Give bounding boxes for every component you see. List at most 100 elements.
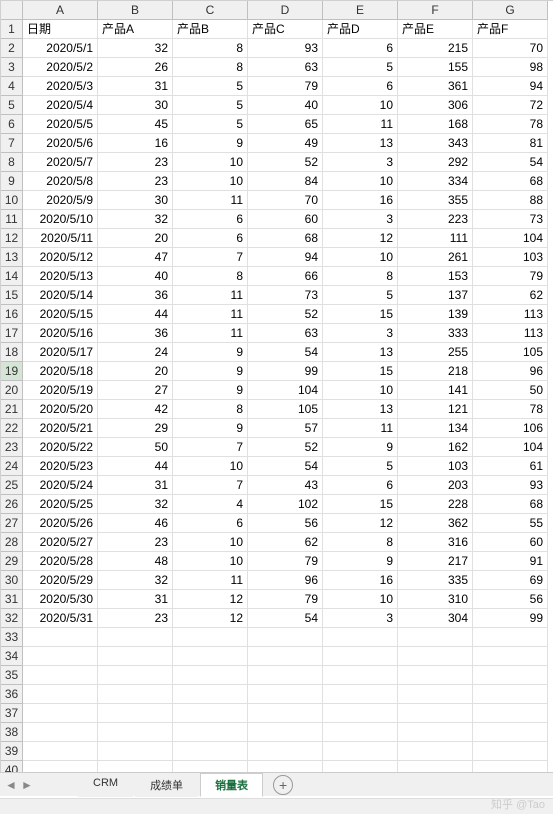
cell[interactable]: 2020/5/5 — [23, 115, 98, 134]
cell[interactable]: 11 — [173, 324, 248, 343]
cell[interactable] — [323, 666, 398, 685]
cell[interactable]: 2020/5/10 — [23, 210, 98, 229]
cell[interactable]: 2020/5/13 — [23, 267, 98, 286]
cell[interactable]: 15 — [323, 305, 398, 324]
cell[interactable]: 2020/5/7 — [23, 153, 98, 172]
cell[interactable]: 11 — [173, 571, 248, 590]
cell[interactable] — [173, 628, 248, 647]
cell[interactable]: 162 — [398, 438, 473, 457]
cell[interactable]: 10 — [173, 533, 248, 552]
cell[interactable]: 79 — [248, 590, 323, 609]
cell[interactable]: 31 — [98, 476, 173, 495]
row-header-2[interactable]: 2 — [1, 39, 23, 58]
cell[interactable]: 2020/5/9 — [23, 191, 98, 210]
cell[interactable]: 44 — [98, 305, 173, 324]
cell[interactable]: 10 — [173, 172, 248, 191]
cell[interactable]: 2020/5/2 — [23, 58, 98, 77]
row-header-25[interactable]: 25 — [1, 476, 23, 495]
cell[interactable]: 335 — [398, 571, 473, 590]
header-cell[interactable]: 产品E — [398, 20, 473, 39]
cell[interactable] — [23, 666, 98, 685]
cell[interactable]: 203 — [398, 476, 473, 495]
row-header-26[interactable]: 26 — [1, 495, 23, 514]
cell[interactable]: 15 — [323, 362, 398, 381]
cell[interactable]: 72 — [473, 96, 548, 115]
cell[interactable] — [323, 685, 398, 704]
row-header-37[interactable]: 37 — [1, 704, 23, 723]
cell[interactable]: 139 — [398, 305, 473, 324]
cell[interactable]: 31 — [98, 590, 173, 609]
cell[interactable]: 106 — [473, 419, 548, 438]
cell[interactable]: 94 — [473, 77, 548, 96]
row-header-27[interactable]: 27 — [1, 514, 23, 533]
row-header-9[interactable]: 9 — [1, 172, 23, 191]
cell[interactable]: 55 — [473, 514, 548, 533]
tab-nav-prev-icon[interactable]: ◄ — [4, 778, 18, 792]
cell[interactable]: 316 — [398, 533, 473, 552]
cell[interactable] — [23, 742, 98, 761]
cell[interactable]: 78 — [473, 400, 548, 419]
cell[interactable]: 8 — [173, 39, 248, 58]
row-header-10[interactable]: 10 — [1, 191, 23, 210]
cell[interactable]: 60 — [473, 533, 548, 552]
cell[interactable]: 27 — [98, 381, 173, 400]
column-header-E[interactable]: E — [323, 1, 398, 20]
cell[interactable]: 54 — [248, 609, 323, 628]
header-cell[interactable]: 产品A — [98, 20, 173, 39]
header-cell[interactable]: 产品F — [473, 20, 548, 39]
cell[interactable]: 6 — [173, 229, 248, 248]
row-header-28[interactable]: 28 — [1, 533, 23, 552]
cell[interactable] — [323, 628, 398, 647]
row-header-7[interactable]: 7 — [1, 134, 23, 153]
cell[interactable]: 36 — [98, 286, 173, 305]
cell[interactable] — [173, 704, 248, 723]
cell[interactable]: 8 — [323, 267, 398, 286]
spreadsheet-grid[interactable]: ABCDEFG1日期产品A产品B产品C产品D产品E产品F22020/5/1328… — [0, 0, 553, 780]
cell[interactable]: 32 — [98, 210, 173, 229]
cell[interactable] — [398, 647, 473, 666]
cell[interactable]: 10 — [173, 552, 248, 571]
cell[interactable]: 70 — [473, 39, 548, 58]
tab-nav-next-icon[interactable]: ► — [20, 778, 34, 792]
cell[interactable]: 54 — [248, 457, 323, 476]
cell[interactable]: 2020/5/15 — [23, 305, 98, 324]
cell[interactable]: 93 — [473, 476, 548, 495]
cell[interactable]: 16 — [323, 191, 398, 210]
add-sheet-button[interactable]: + — [273, 775, 293, 795]
cell[interactable] — [473, 742, 548, 761]
cell[interactable]: 292 — [398, 153, 473, 172]
cell[interactable]: 10 — [323, 590, 398, 609]
column-header-B[interactable]: B — [98, 1, 173, 20]
cell[interactable] — [248, 647, 323, 666]
cell[interactable] — [173, 666, 248, 685]
cell[interactable]: 10 — [323, 248, 398, 267]
cell[interactable]: 215 — [398, 39, 473, 58]
cell[interactable]: 8 — [173, 400, 248, 419]
cell[interactable] — [473, 647, 548, 666]
cell[interactable]: 304 — [398, 609, 473, 628]
cell[interactable]: 54 — [248, 343, 323, 362]
cell[interactable]: 5 — [323, 457, 398, 476]
cell[interactable]: 2020/5/19 — [23, 381, 98, 400]
row-header-14[interactable]: 14 — [1, 267, 23, 286]
row-header-21[interactable]: 21 — [1, 400, 23, 419]
cell[interactable]: 44 — [98, 457, 173, 476]
cell[interactable]: 343 — [398, 134, 473, 153]
cell[interactable] — [23, 685, 98, 704]
cell[interactable]: 306 — [398, 96, 473, 115]
cell[interactable] — [398, 723, 473, 742]
cell[interactable]: 32 — [98, 495, 173, 514]
cell[interactable]: 2020/5/18 — [23, 362, 98, 381]
cell[interactable]: 52 — [248, 153, 323, 172]
cell[interactable]: 104 — [248, 381, 323, 400]
row-header-6[interactable]: 6 — [1, 115, 23, 134]
cell[interactable]: 62 — [248, 533, 323, 552]
cell[interactable]: 9 — [173, 343, 248, 362]
cell[interactable]: 79 — [473, 267, 548, 286]
cell[interactable]: 36 — [98, 324, 173, 343]
cell[interactable]: 23 — [98, 609, 173, 628]
cell[interactable] — [173, 647, 248, 666]
cell[interactable] — [398, 742, 473, 761]
cell[interactable] — [323, 704, 398, 723]
cell[interactable]: 11 — [323, 419, 398, 438]
